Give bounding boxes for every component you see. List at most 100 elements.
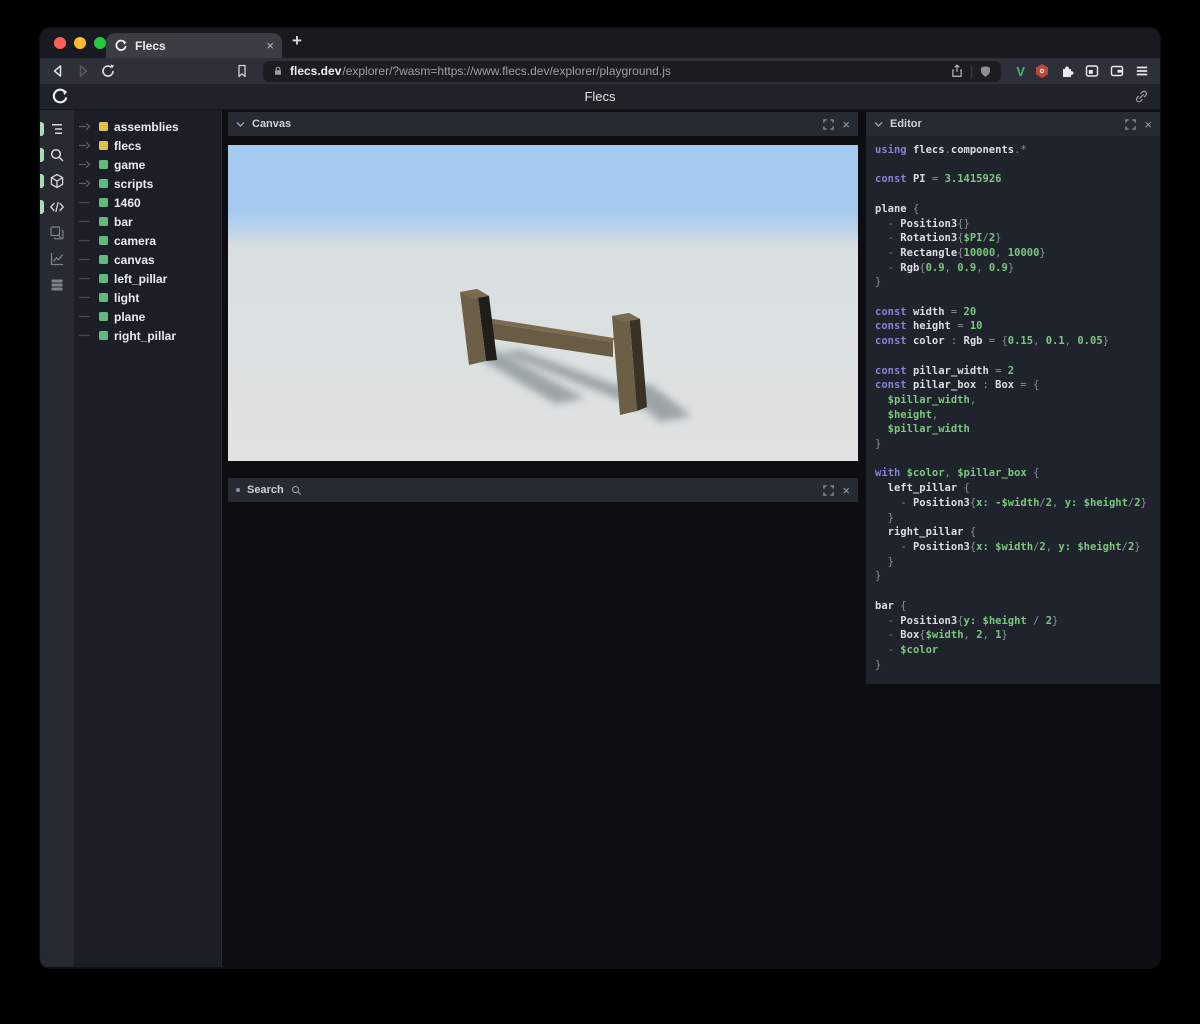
link-icon[interactable] xyxy=(1134,89,1149,104)
entity-label: game xyxy=(114,157,146,172)
tab-close-icon[interactable]: × xyxy=(266,38,274,53)
code-line: - Rotation3{$PI/2} xyxy=(875,232,1002,245)
tree-guide-line xyxy=(79,315,90,318)
expand-arrow-icon[interactable] xyxy=(79,122,93,131)
code-line: const width = 20 xyxy=(875,305,977,318)
fullscreen-icon[interactable] xyxy=(1125,118,1137,130)
rail-item-rows[interactable] xyxy=(40,272,74,298)
rail-item-inspect[interactable] xyxy=(40,220,74,246)
flecs-favicon-icon xyxy=(115,39,127,51)
magnifier-icon xyxy=(291,485,301,495)
tree-guide-line xyxy=(79,296,90,299)
rail-item-code[interactable] xyxy=(40,194,74,220)
flecs-logo-icon[interactable] xyxy=(51,88,69,106)
close-panel-icon[interactable]: × xyxy=(1144,118,1152,131)
chevron-down-icon[interactable] xyxy=(874,121,883,128)
menu-icon[interactable] xyxy=(1134,63,1150,79)
close-window-button[interactable] xyxy=(54,37,66,49)
tree-outline-icon xyxy=(52,124,62,134)
tree-item-bar[interactable]: bar xyxy=(74,212,221,231)
fullscreen-icon[interactable] xyxy=(823,484,835,496)
tree-item-game[interactable]: game xyxy=(74,155,221,174)
chart-icon xyxy=(50,253,64,266)
fullscreen-icon[interactable] xyxy=(823,118,835,130)
expand-arrow-icon[interactable] xyxy=(79,141,93,150)
tree-item-right_pillar[interactable]: right_pillar xyxy=(74,326,221,345)
bookmark-icon[interactable] xyxy=(234,63,250,79)
forward-icon[interactable] xyxy=(75,63,91,79)
tree-guide-line xyxy=(79,239,90,242)
lock-icon xyxy=(275,66,281,75)
code-editor[interactable]: using flecs.components.* const PI = 3.14… xyxy=(866,136,1160,684)
rail-item-tree-outline[interactable] xyxy=(40,116,74,142)
tree-guide-line xyxy=(79,220,90,223)
editor-panel-header: Editor × xyxy=(866,112,1160,136)
zoom-window-button[interactable] xyxy=(94,37,106,49)
tree-item-assemblies[interactable]: assemblies xyxy=(74,117,221,136)
search-panel-title: Search xyxy=(247,484,284,496)
share-icon[interactable] xyxy=(950,64,964,78)
close-panel-icon[interactable]: × xyxy=(842,484,850,497)
entity-color-square xyxy=(99,122,108,131)
tree-item-camera[interactable]: camera xyxy=(74,231,221,250)
code-line: const height = 10 xyxy=(875,320,983,333)
vue-devtools-icon[interactable]: V xyxy=(1016,64,1025,79)
shield-icon[interactable] xyxy=(979,65,992,78)
minimize-window-button[interactable] xyxy=(74,37,86,49)
tree-item-left_pillar[interactable]: left_pillar xyxy=(74,269,221,288)
sidebar-icon[interactable] xyxy=(1084,63,1100,79)
tree-item-plane[interactable]: plane xyxy=(74,307,221,326)
browser-tab[interactable]: Flecs × xyxy=(106,33,282,58)
editor-panel-title: Editor xyxy=(890,118,922,130)
expand-arrow-icon[interactable] xyxy=(79,160,93,169)
extensions-puzzle-icon[interactable] xyxy=(1059,63,1075,79)
tree-item-light[interactable]: light xyxy=(74,288,221,307)
editor-column: Editor × using flecs.components.* const … xyxy=(866,112,1160,684)
entity-label: light xyxy=(114,290,140,305)
code-line: $pillar_width xyxy=(875,423,970,436)
code-line: with $color, $pillar_box { xyxy=(875,467,1040,480)
new-tab-button[interactable]: + xyxy=(292,31,302,51)
code-line: - Position3{x: -$width/2, y: $height/2} xyxy=(875,496,1147,509)
tree-item-scripts[interactable]: scripts xyxy=(74,174,221,193)
rail-item-cube[interactable] xyxy=(40,168,74,194)
code-line: $height, xyxy=(875,408,939,421)
entity-tree: assemblies flecs game scripts 1460 bar camera c… xyxy=(74,110,222,967)
url-divider: | xyxy=(970,64,974,78)
browser-toolbar: flecs.dev /explorer/?wasm=https://www.fl… xyxy=(40,58,1160,84)
3d-viewport[interactable] xyxy=(228,145,858,461)
close-panel-icon[interactable]: × xyxy=(842,118,850,131)
back-icon[interactable] xyxy=(50,63,66,79)
page-title: Flecs xyxy=(584,89,616,104)
chevron-down-icon[interactable] xyxy=(236,121,245,128)
code-line: bar { xyxy=(875,599,907,612)
code-line: - Rgb{0.9, 0.9, 0.9} xyxy=(875,261,1015,274)
entity-color-square xyxy=(99,236,108,245)
url-bar[interactable]: flecs.dev /explorer/?wasm=https://www.fl… xyxy=(263,60,1002,82)
tree-guide-line xyxy=(79,201,90,204)
app-header: Flecs xyxy=(40,84,1160,110)
tree-item-1460[interactable]: 1460 xyxy=(74,193,221,212)
tree-guide-line xyxy=(79,258,90,261)
code-line: $pillar_width, xyxy=(875,393,977,406)
code-line: } xyxy=(875,276,882,289)
expand-arrow-icon[interactable] xyxy=(79,179,93,188)
wallet-icon[interactable] xyxy=(1109,63,1125,79)
code-line: - Position3{} xyxy=(875,217,970,230)
code-line: } xyxy=(875,555,894,568)
tree-item-flecs[interactable]: flecs xyxy=(74,136,221,155)
reload-icon[interactable] xyxy=(100,63,116,79)
adblock-extension-icon[interactable] xyxy=(1034,63,1050,79)
rail-item-search[interactable] xyxy=(40,142,74,168)
tree-item-canvas[interactable]: canvas xyxy=(74,250,221,269)
entity-label: right_pillar xyxy=(114,328,177,343)
code-line: } xyxy=(875,570,882,583)
code-line: } xyxy=(875,658,882,671)
collapsed-bullet-icon[interactable] xyxy=(236,488,240,492)
active-indicator xyxy=(40,200,44,214)
url-domain: flecs.dev xyxy=(290,64,342,78)
code-line: const pillar_width = 2 xyxy=(875,364,1015,377)
rail-item-chart[interactable] xyxy=(40,246,74,272)
